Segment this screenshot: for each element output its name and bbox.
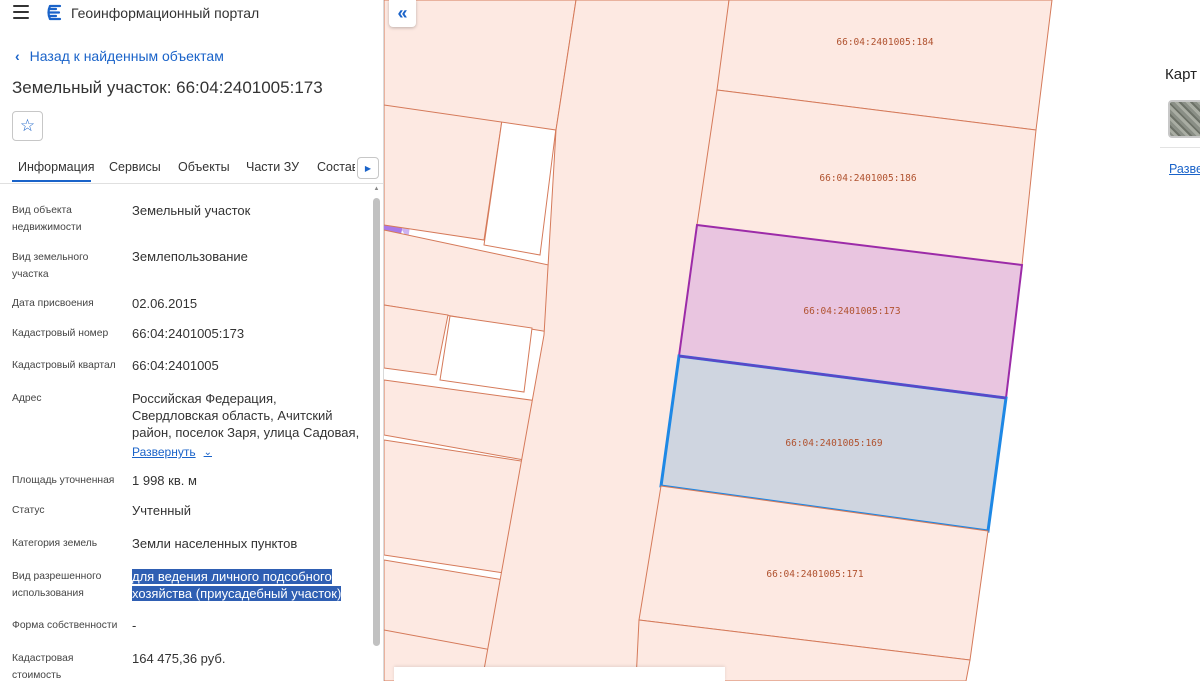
tab-bar: Информация Сервисы Объекты Части ЗУ Сост… bbox=[0, 150, 383, 184]
permitted-use-value: для ведения личного подсобного хозяйства… bbox=[132, 569, 342, 601]
field-label: Площадь уточненная bbox=[12, 475, 115, 486]
field-value: Учтенный bbox=[132, 503, 192, 518]
field-label: Вид разрешенного использования bbox=[12, 571, 102, 599]
field-value: 1 998 кв. м bbox=[132, 473, 197, 488]
parcel-label: 66:04:2401005:169 bbox=[785, 438, 883, 449]
field-value: Земельный участок bbox=[132, 203, 251, 218]
scrollbar-thumb[interactable] bbox=[373, 198, 380, 646]
divider bbox=[1160, 147, 1200, 148]
field-value: 66:04:2401005 bbox=[132, 358, 219, 373]
portal-logo-icon bbox=[47, 4, 62, 21]
field-label: Категория земель bbox=[12, 538, 98, 549]
map-bottom-toolbar[interactable] bbox=[394, 667, 725, 681]
star-icon: ☆ bbox=[19, 116, 36, 135]
parcel-label: 66:04:2401005:186 bbox=[819, 173, 917, 184]
collapse-panel-button[interactable]: « bbox=[389, 0, 416, 27]
chevron-left-icon: ‹ bbox=[15, 48, 20, 64]
hamburger-icon[interactable] bbox=[13, 5, 29, 19]
back-link[interactable]: ‹ Назад к найденным объектам bbox=[15, 48, 224, 64]
parcel[interactable] bbox=[439, 315, 533, 393]
tab-parts[interactable]: Части ЗУ bbox=[246, 160, 299, 174]
field-value: Земли населенных пунктов bbox=[132, 536, 298, 551]
field-label: Кадастровый квартал bbox=[12, 360, 116, 371]
triangle-right-icon: ▶ bbox=[364, 163, 372, 173]
basemap-panel: Карт Разверн bbox=[1160, 0, 1200, 681]
tab-composition[interactable]: Состав bbox=[317, 160, 355, 174]
basemap-title: Карт bbox=[1165, 66, 1197, 83]
field-label: Кадастровая стоимость bbox=[12, 653, 74, 681]
double-chevron-left-icon: « bbox=[397, 3, 408, 23]
top-bar: Геоинформационный портал bbox=[0, 0, 383, 28]
object-title: Земельный участок: 66:04:2401005:173 bbox=[12, 78, 323, 97]
active-tab-indicator bbox=[12, 180, 91, 182]
field-label: Статус bbox=[12, 505, 45, 516]
field-label: Вид объекта недвижимости bbox=[12, 205, 82, 233]
tab-information[interactable]: Информация bbox=[18, 160, 95, 174]
field-label: Кадастровый номер bbox=[12, 328, 109, 339]
field-label: Форма собственности bbox=[12, 620, 118, 631]
parcel[interactable] bbox=[384, 304, 449, 376]
field-value: 164 475,36 руб. bbox=[132, 651, 226, 666]
field-value: 66:04:2401005:173 bbox=[132, 326, 245, 341]
address-value: Российская Федерация, Свердловская облас… bbox=[132, 391, 360, 440]
field-value: - bbox=[132, 618, 137, 633]
basemap-thumbnail[interactable] bbox=[1168, 100, 1200, 138]
field-label: Дата присвоения bbox=[12, 298, 94, 309]
field-label: Адрес bbox=[12, 393, 42, 404]
tab-objects[interactable]: Объекты bbox=[178, 160, 230, 174]
parcel-label: 66:04:2401005:171 bbox=[766, 569, 864, 580]
tab-services[interactable]: Сервисы bbox=[109, 160, 161, 174]
portal-title: Геоинформационный портал bbox=[71, 5, 260, 21]
field-label: Вид земельного участка bbox=[12, 252, 89, 280]
map-canvas[interactable]: 66:04:2401005:184 66:04:2401005:186 66:0… bbox=[384, 0, 1160, 681]
parcel[interactable] bbox=[384, 99, 503, 241]
back-link-label: Назад к найденным объектам bbox=[29, 48, 224, 64]
expand-address-link[interactable]: Развернуть ⌄ bbox=[132, 445, 212, 459]
info-panel: Геоинформационный портал ‹ Назад к найде… bbox=[0, 0, 384, 681]
map-view[interactable]: 66:04:2401005:184 66:04:2401005:186 66:0… bbox=[384, 0, 1160, 681]
parcel-label: 66:04:2401005:184 bbox=[836, 37, 934, 48]
basemap-expand-link[interactable]: Разверн bbox=[1169, 162, 1200, 176]
field-value: 02.06.2015 bbox=[132, 296, 198, 311]
favorite-button[interactable]: ☆ bbox=[12, 111, 43, 141]
chevron-down-icon: ⌄ bbox=[203, 446, 212, 458]
parcel-label: 66:04:2401005:173 bbox=[803, 306, 900, 317]
scroll-up-arrow[interactable]: ▲ bbox=[373, 186, 380, 192]
tabs-next-button[interactable]: ▶ bbox=[357, 157, 379, 179]
field-value: Землепользование bbox=[132, 249, 248, 264]
